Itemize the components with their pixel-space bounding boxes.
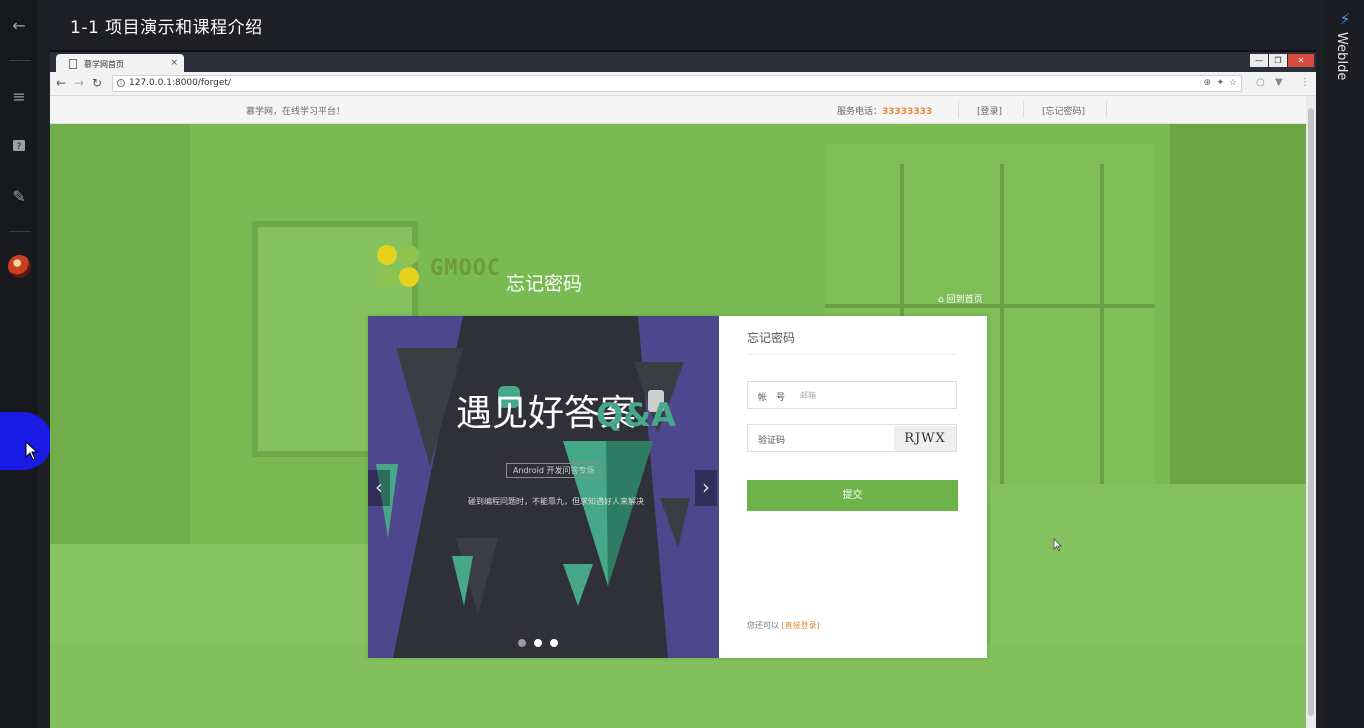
- header-divider: [1023, 101, 1024, 118]
- service-phone: 服务电话：33333333: [837, 104, 932, 117]
- url-text: 127.0.0.1:8000/forget/: [129, 78, 231, 88]
- banner-artwork: [368, 316, 719, 658]
- forget-card: 遇见好答案 Q&A Android 开发问答专场 碰到编程问题时，不能靠九，但求…: [368, 316, 987, 658]
- submit-button[interactable]: 提交: [747, 480, 958, 511]
- captcha-input[interactable]: [800, 430, 888, 446]
- account-field: 帐 号: [747, 381, 957, 409]
- ide-left-rail: ← ≡ ? ✎: [0, 0, 38, 728]
- direct-login-link[interactable]: [直接登录]: [782, 621, 820, 630]
- header-divider: [958, 101, 959, 118]
- browser-tab[interactable]: 慕学网首页 ×: [56, 54, 184, 74]
- home-icon: ⌂: [938, 295, 944, 305]
- captcha-field: 验证码 RJWX: [747, 424, 957, 452]
- banner-subtitle: Android 开发问答专场: [506, 463, 602, 478]
- forgot-password-link[interactable]: [忘记密码]: [1042, 104, 1085, 117]
- captcha-image[interactable]: RJWX: [894, 426, 956, 451]
- form-footer: 您还可以 [直接登录]: [747, 620, 820, 631]
- browser-toolbar: ← → ↻ i 127.0.0.1:8000/forget/ ⊕ ✦ ☆ ○ ▼…: [50, 72, 1316, 96]
- rail-divider: [9, 60, 31, 61]
- header-divider: [1106, 101, 1107, 118]
- mouse-cursor-icon: [25, 441, 39, 461]
- account-label: 帐 号: [758, 393, 786, 403]
- banner-description: 碰到编程问题时，不能靠九，但求知遇好人来解决: [468, 497, 644, 506]
- browser-back-icon[interactable]: ←: [56, 76, 66, 90]
- address-bar[interactable]: i 127.0.0.1:8000/forget/ ⊕ ✦ ☆: [112, 75, 1242, 92]
- site-top-bar: 慕学网，在线学习平台！ 服务电话：33333333 [登录] [忘记密码]: [50, 96, 1306, 124]
- video-title: 1-1 项目演示和课程介绍: [70, 18, 263, 38]
- edit-pencil-icon[interactable]: ✎: [0, 181, 38, 211]
- forget-password-page: GMOOC 忘记密码 ⌂ 回到首页 遇见好答案 Q&A Android 开发问答…: [50, 124, 1306, 728]
- bookmark-star-icon[interactable]: ☆: [1229, 78, 1237, 88]
- scrollbar-thumb[interactable]: [1308, 108, 1314, 716]
- avatar[interactable]: [8, 255, 31, 278]
- banner-qa-text: Q&A: [596, 396, 676, 434]
- tab-title: 慕学网首页: [84, 60, 124, 69]
- browser-tab-strip: 慕学网首页 × — ❐ ✕: [50, 50, 1316, 74]
- forget-password-form: 忘记密码 帐 号 验证码 RJWX 提交 您还可以 [直接登录]: [719, 316, 987, 658]
- page-scrollbar[interactable]: [1306, 96, 1316, 728]
- in-page-cursor-icon: [1053, 538, 1062, 551]
- gmooc-logo-icon: [377, 245, 419, 287]
- promo-banner[interactable]: 遇见好答案 Q&A Android 开发问答专场 碰到编程问题时，不能靠九，但求…: [368, 316, 719, 658]
- captcha-label: 验证码: [758, 436, 786, 446]
- phone-label: 服务电话：: [837, 107, 883, 117]
- carousel-next-icon[interactable]: ›: [695, 470, 717, 506]
- carousel-prev-icon[interactable]: ‹: [368, 470, 390, 506]
- window-close-button[interactable]: ✕: [1288, 54, 1314, 67]
- brand-logo-text: GMOOC: [430, 256, 502, 281]
- browser-menu-icon[interactable]: ⋮: [1300, 77, 1310, 88]
- site-info-icon[interactable]: i: [117, 79, 125, 87]
- webide-logo-icon[interactable]: ⚡: [1336, 10, 1354, 28]
- page-title: 忘记密码: [506, 273, 583, 295]
- page-favicon-icon: [69, 59, 77, 69]
- browser-forward-icon[interactable]: →: [74, 76, 84, 90]
- reload-icon[interactable]: ↻: [92, 76, 102, 90]
- phone-number: 33333333: [882, 107, 933, 117]
- login-link[interactable]: [登录]: [977, 104, 1002, 117]
- form-divider: [747, 354, 957, 355]
- back-arrow-icon[interactable]: ←: [0, 10, 38, 40]
- footer-text: 您还可以: [747, 621, 779, 630]
- window-controls: — ❐ ✕: [1250, 54, 1314, 68]
- carousel-dot[interactable]: [518, 639, 526, 647]
- carousel-dot[interactable]: [550, 639, 558, 647]
- site-slogan: 慕学网，在线学习平台！: [246, 107, 346, 117]
- tab-close-icon[interactable]: ×: [170, 58, 178, 68]
- webide-label[interactable]: WebIde: [1334, 32, 1349, 80]
- rail-divider: [9, 231, 31, 232]
- svg-text:?: ?: [17, 142, 22, 152]
- zoom-icon[interactable]: ⊕: [1203, 78, 1211, 88]
- back-home-link[interactable]: ⌂ 回到首页: [938, 292, 983, 305]
- restore-button[interactable]: ❐: [1269, 54, 1287, 67]
- pin-icon[interactable]: ✦: [1216, 78, 1224, 88]
- back-home-label: 回到首页: [946, 295, 983, 305]
- menu-icon[interactable]: ≡: [0, 81, 38, 111]
- account-input[interactable]: [800, 387, 940, 403]
- extension-shield-icon[interactable]: ▼: [1275, 77, 1283, 88]
- carousel-dot[interactable]: [534, 639, 542, 647]
- browser-window: 慕学网首页 × — ❐ ✕ ← → ↻ i 127.0.0.1:8000/for…: [50, 50, 1316, 728]
- question-icon[interactable]: ?: [0, 131, 38, 161]
- ide-right-rail: ⚡ WebIde: [1326, 0, 1364, 728]
- minimize-button[interactable]: —: [1250, 54, 1268, 67]
- carousel-dots: [518, 639, 558, 647]
- form-title: 忘记密码: [747, 331, 796, 345]
- extension-circle-icon[interactable]: ○: [1256, 77, 1265, 88]
